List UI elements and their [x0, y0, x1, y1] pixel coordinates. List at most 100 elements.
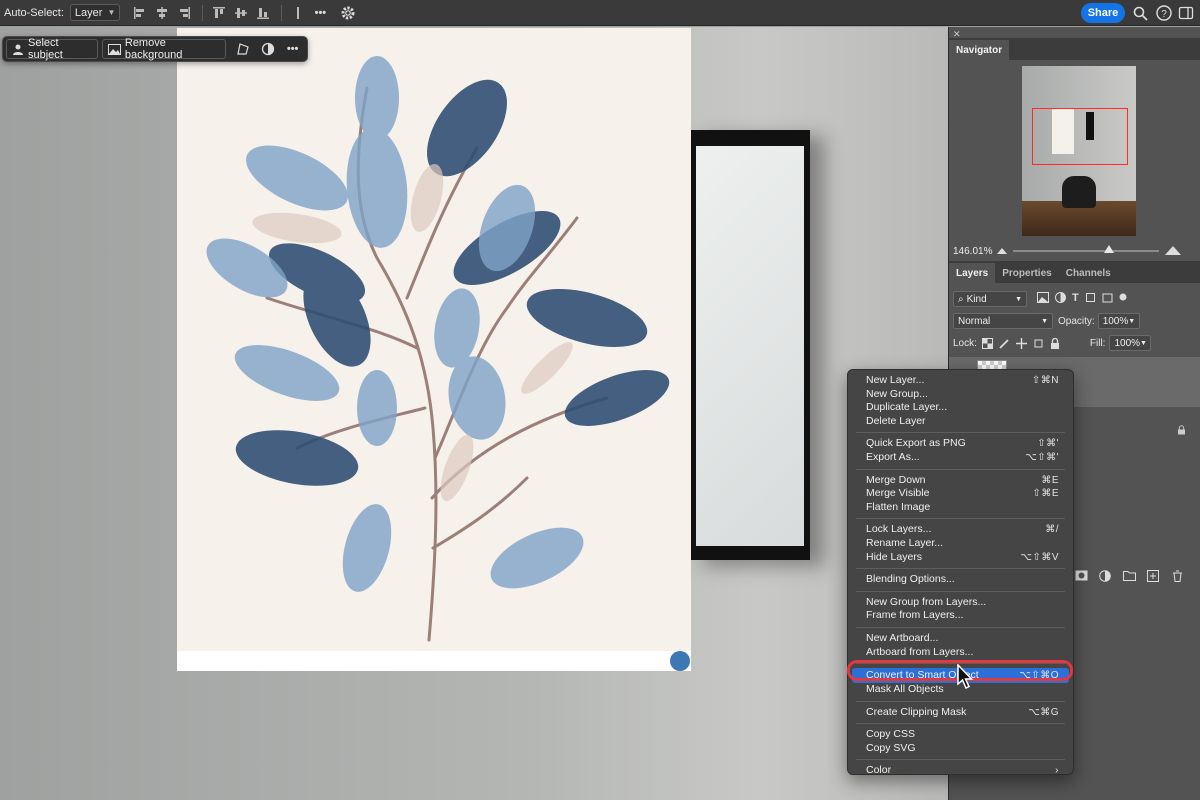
menu-separator	[856, 568, 1065, 570]
lock-transparency-icon[interactable]	[981, 337, 993, 349]
navigator-view-box[interactable]	[1032, 108, 1128, 165]
menu-item-quick-export-as-png[interactable]: Quick Export as PNG ⇧⌘'	[848, 437, 1073, 451]
align-bottom-icon[interactable]	[253, 4, 273, 22]
align-right-icon[interactable]	[174, 4, 194, 22]
menu-item-label: New Layer...	[866, 374, 925, 386]
align-middle-vertical-icon[interactable]	[231, 4, 251, 22]
menu-item-delete-layer[interactable]: Delete Layer	[848, 415, 1073, 429]
menu-separator	[856, 468, 1065, 470]
remove-background-button[interactable]: Remove background	[101, 37, 226, 61]
menu-item-label: Frame from Layers...	[866, 609, 964, 622]
align-center-horizontal-icon[interactable]	[152, 4, 172, 22]
menu-item-merge-visible[interactable]: Merge Visible ⇧⌘E	[848, 487, 1073, 501]
watermark-badge	[670, 651, 690, 671]
divider	[281, 4, 283, 21]
tab-channels[interactable]: Channels	[1059, 263, 1118, 283]
tab-properties[interactable]: Properties	[995, 263, 1058, 283]
share-button[interactable]: Share	[1081, 3, 1125, 23]
select-subject-button[interactable]: Select subject	[6, 37, 98, 61]
trash-icon[interactable]	[1165, 570, 1189, 582]
menu-separator	[856, 518, 1065, 520]
lock-artboard-icon[interactable]	[1033, 338, 1044, 349]
person-icon	[12, 43, 24, 55]
more-options-icon[interactable]: •••	[310, 4, 330, 22]
chevron-down-icon: ▼	[1140, 339, 1147, 347]
chevron-down-icon: ▼	[107, 8, 116, 17]
kind-filter-dropdown[interactable]: ⌕ Kind ▼	[953, 291, 1027, 307]
watercolor-artwork[interactable]	[177, 28, 691, 671]
menu-item-label: Quick Export as PNG	[866, 437, 966, 450]
help-icon[interactable]: ?	[1155, 4, 1173, 22]
zoom-out-mountain-icon[interactable]	[997, 245, 1007, 257]
new-adjustment-icon[interactable]	[1093, 570, 1117, 582]
remove-background-label: Remove background	[124, 37, 183, 61]
tab-layers[interactable]: Layers	[949, 263, 996, 283]
smart-object-filter-icon[interactable]	[1102, 292, 1113, 306]
menu-item-new-group-from-layers[interactable]: New Group from Layers...	[848, 596, 1073, 610]
auto-select-dropdown[interactable]: Layer ▼	[69, 4, 121, 21]
zoom-in-mountain-icon[interactable]	[1165, 245, 1181, 258]
lock-position-move-icon[interactable]	[1015, 337, 1027, 349]
menu-item-label: Copy SVG	[866, 741, 916, 754]
select-subject-label: Select subject	[28, 37, 63, 61]
navigator-thumbnail[interactable]	[1022, 66, 1136, 236]
menu-item-blending-options[interactable]: Blending Options...	[848, 573, 1073, 587]
workspace-icon[interactable]	[1177, 4, 1195, 22]
blend-row: Normal ▼ Opacity: 100% ▼	[953, 312, 1197, 330]
lock-row: Lock: Fill: 100% ▼	[953, 334, 1197, 352]
fill-field[interactable]: 100% ▼	[1109, 335, 1152, 351]
layer-filter-row: ⌕ Kind ▼ T	[953, 290, 1197, 308]
menu-item-label: Export As...	[866, 450, 920, 463]
new-layer-icon[interactable]	[1141, 570, 1165, 582]
menu-item-lock-layers[interactable]: Lock Layers... ⌘/	[848, 523, 1073, 537]
zoom-slider[interactable]	[1013, 245, 1159, 253]
lasso-transform-icon[interactable]	[232, 39, 255, 59]
tab-navigator[interactable]: Navigator	[949, 40, 1010, 60]
menu-item-export-as[interactable]: Export As... ⌥⇧⌘'	[848, 451, 1073, 465]
adjustment-circle-icon[interactable]	[257, 39, 280, 59]
more-options-icon[interactable]: •••	[281, 39, 304, 59]
menu-item-new-group[interactable]: New Group...	[848, 388, 1073, 402]
pixel-filter-icon[interactable]	[1037, 292, 1049, 306]
menu-item-merge-down[interactable]: Merge Down ⌘E	[848, 474, 1073, 488]
distribute-icon[interactable]	[288, 4, 308, 22]
new-group-folder-icon[interactable]	[1117, 570, 1141, 582]
fill-label: Fill:	[1089, 337, 1106, 349]
align-top-icon[interactable]	[209, 4, 229, 22]
gear-icon[interactable]	[338, 4, 358, 22]
type-filter-icon[interactable]: T	[1072, 292, 1079, 306]
lock-pixels-brush-icon[interactable]	[999, 338, 1010, 349]
shape-filter-icon[interactable]	[1085, 292, 1096, 306]
menu-item-color[interactable]: Color ›	[848, 764, 1073, 778]
menu-item-new-artboard[interactable]: New Artboard...	[848, 632, 1073, 646]
menu-item-label: New Group...	[866, 387, 928, 400]
zoom-value[interactable]: 146.01%	[953, 246, 997, 257]
opacity-label: Opacity:	[1058, 315, 1095, 327]
blend-mode-dropdown[interactable]: Normal ▼	[953, 313, 1053, 329]
menu-item-copy-css[interactable]: Copy CSS	[848, 728, 1073, 742]
menu-item-new-layer[interactable]: New Layer... ⇧⌘N	[848, 374, 1073, 388]
menu-item-rename-layer[interactable]: Rename Layer...	[848, 537, 1073, 551]
menu-item-label: Delete Layer	[866, 414, 926, 427]
menu-item-create-clipping-mask[interactable]: Create Clipping Mask ⌥⌘G	[848, 706, 1073, 720]
menu-separator	[856, 723, 1065, 725]
document-canvas[interactable]: Select subject Remove background •••	[0, 27, 948, 800]
menu-item-label: Mask All Objects	[866, 683, 944, 696]
search-icon[interactable]	[1131, 4, 1149, 22]
opacity-field[interactable]: 100% ▼	[1097, 313, 1140, 329]
menu-item-hide-layers[interactable]: Hide Layers ⌥⇧⌘V	[848, 551, 1073, 565]
menu-item-label: Blending Options...	[866, 573, 955, 586]
align-left-icon[interactable]	[130, 4, 150, 22]
menu-item-label: Duplicate Layer...	[866, 401, 948, 414]
menu-item-label: Merge Visible	[866, 487, 930, 500]
adjustment-filter-icon[interactable]	[1055, 292, 1066, 306]
menu-item-shortcut: ⌘/	[1045, 524, 1059, 536]
menu-item-duplicate-layer[interactable]: Duplicate Layer...	[848, 401, 1073, 415]
menu-item-copy-svg[interactable]: Copy SVG	[848, 742, 1073, 756]
filter-toggle-icon[interactable]	[1119, 292, 1127, 306]
menu-item-frame-from-layers[interactable]: Frame from Layers...	[848, 609, 1073, 623]
lock-all-icon[interactable]	[1050, 337, 1060, 349]
menu-item-artboard-from-layers[interactable]: Artboard from Layers...	[848, 646, 1073, 660]
zoom-slider-knob[interactable]	[1104, 245, 1114, 253]
menu-item-flatten-image[interactable]: Flatten Image	[848, 501, 1073, 515]
